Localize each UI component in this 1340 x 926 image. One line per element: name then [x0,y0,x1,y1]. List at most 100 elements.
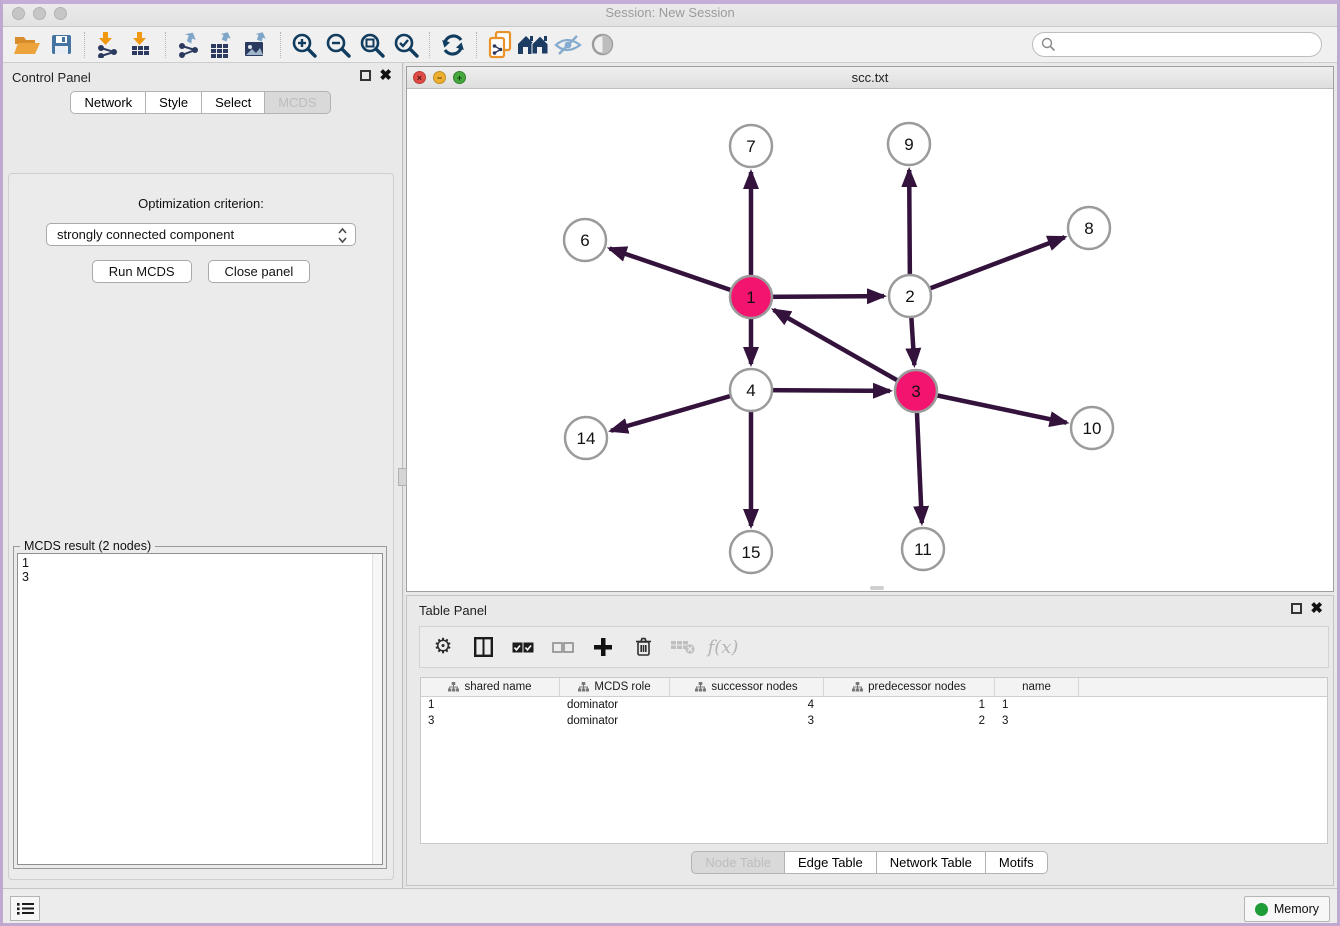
svg-text:1: 1 [746,288,755,307]
svg-text:14: 14 [577,429,596,448]
splitter-handle[interactable] [398,468,407,486]
open-session-icon[interactable] [10,30,44,60]
control-panel-float-icon[interactable] [360,70,371,81]
cell-name: 1 [995,697,1079,713]
table-tab-motifs[interactable]: Motifs [985,851,1048,874]
svg-text:9: 9 [904,135,913,154]
settings-gear-icon[interactable]: ⚙ [430,634,456,660]
column-header-predecessor-nodes[interactable]: predecessor nodes [824,678,995,696]
import-table-icon[interactable] [125,30,159,60]
node-1[interactable]: 1 [730,276,772,318]
run-mcds-button[interactable]: Run MCDS [92,260,192,283]
svg-text:15: 15 [742,543,761,562]
svg-text:7: 7 [746,137,755,156]
node-9[interactable]: 9 [888,123,930,165]
task-history-button[interactable] [10,896,40,921]
show-column-icon[interactable] [470,634,496,660]
import-network-icon[interactable] [91,30,125,60]
table-header-row: shared nameMCDS rolesuccessor nodesprede… [421,678,1327,697]
table-row[interactable]: 3dominator323 [421,713,1327,729]
tab-style[interactable]: Style [145,91,202,114]
tab-mcds[interactable]: MCDS [264,91,330,114]
node-10[interactable]: 10 [1071,407,1113,449]
cell-name: 3 [995,713,1079,729]
edge-1-6[interactable] [610,248,751,297]
search-icon [1041,37,1056,57]
cell-successor-nodes: 4 [670,697,824,713]
node-3[interactable]: 3 [895,370,937,412]
edge-2-8[interactable] [910,237,1065,296]
result-scrollbar[interactable] [372,554,382,864]
add-column-icon[interactable] [590,634,616,660]
deselect-all-checks-icon[interactable] [550,634,576,660]
cell-MCDS-role: dominator [560,697,670,713]
export-image-icon[interactable] [240,30,274,60]
network-canvas[interactable]: 1 2 3 4 6 7 8 9 10 11 14 15 [407,89,1333,591]
mcds-result-group: MCDS result (2 nodes) 1 3 [13,546,387,869]
cell-predecessor-nodes: 2 [824,713,995,729]
edge-3-1[interactable] [774,310,916,391]
zoom-fit-icon[interactable] [355,30,389,60]
export-table-icon[interactable] [206,30,240,60]
zoom-selected-icon[interactable] [389,30,423,60]
svg-text:6: 6 [580,231,589,250]
export-network-icon[interactable] [172,30,206,60]
edge-3-10[interactable] [916,391,1067,423]
svg-text:11: 11 [914,540,932,559]
table-tab-network-table[interactable]: Network Table [876,851,986,874]
home-layout-icon[interactable] [517,30,551,60]
svg-text:4: 4 [746,381,755,400]
control-panel-close-icon[interactable]: ✖ [379,69,392,82]
select-all-checks-icon[interactable] [510,634,536,660]
save-session-icon[interactable] [44,30,78,60]
cell-shared-name: 1 [421,697,560,713]
node-15[interactable]: 15 [730,531,772,573]
column-header-shared-name[interactable]: shared name [421,678,560,696]
table-panel-float-icon[interactable] [1291,603,1302,614]
status-bar: Memory [0,888,1340,926]
table-panel-close-icon[interactable]: ✖ [1310,602,1323,615]
canvas-scroll-handle[interactable] [870,586,884,590]
optimization-dropdown[interactable]: strongly connected component [46,223,356,246]
table-tab-edge-table[interactable]: Edge Table [784,851,877,874]
node-6[interactable]: 6 [564,219,606,261]
table-row[interactable]: 1dominator411 [421,697,1327,713]
control-panel-tabs: NetworkStyleSelectMCDS [0,91,402,114]
column-header-successor-nodes[interactable]: successor nodes [670,678,824,696]
column-header-name[interactable]: name [995,678,1079,696]
birds-eye-view-icon[interactable] [585,30,619,60]
table-tabs: Node TableEdge TableNetwork TableMotifs [407,851,1333,874]
delete-column-icon[interactable] [630,634,656,660]
svg-text:8: 8 [1084,219,1093,238]
close-panel-button[interactable]: Close panel [208,260,311,283]
hide-graphics-details-icon[interactable] [551,30,585,60]
zoom-out-icon[interactable] [321,30,355,60]
node-11[interactable]: 11 [902,528,944,570]
tab-network[interactable]: Network [70,91,146,114]
zoom-in-icon[interactable] [287,30,321,60]
table-tab-node-table[interactable]: Node Table [691,851,785,874]
column-header-MCDS-role[interactable]: MCDS role [560,678,670,696]
app-window: Session: New Session [0,0,1340,926]
svg-text:3: 3 [911,382,920,401]
node-14[interactable]: 14 [565,417,607,459]
table-toolbar: ⚙ f(x) [419,626,1329,668]
clone-network-icon[interactable] [483,30,517,60]
node-7[interactable]: 7 [730,125,772,167]
delete-table-icon[interactable] [670,634,696,660]
network-window-titlebar: × − + scc.txt [407,67,1333,89]
titlebar: Session: New Session [0,0,1340,27]
tab-select[interactable]: Select [201,91,265,114]
function-builder-icon[interactable]: f(x) [710,634,736,660]
node-8[interactable]: 8 [1068,207,1110,249]
network-view-window: × − + scc.txt 1 2 3 4 6 7 8 9 10 11 14 15 [406,66,1334,592]
table-panel: Table Panel ✖ ⚙ [406,595,1334,886]
cell-MCDS-role: dominator [560,713,670,729]
node-4[interactable]: 4 [730,369,772,411]
memory-button[interactable]: Memory [1244,896,1330,922]
refresh-icon[interactable] [436,30,470,60]
node-2[interactable]: 2 [889,275,931,317]
mcds-result-text[interactable]: 1 3 [17,553,383,865]
network-window-title: scc.txt [407,70,1333,85]
search-input[interactable] [1032,32,1322,57]
